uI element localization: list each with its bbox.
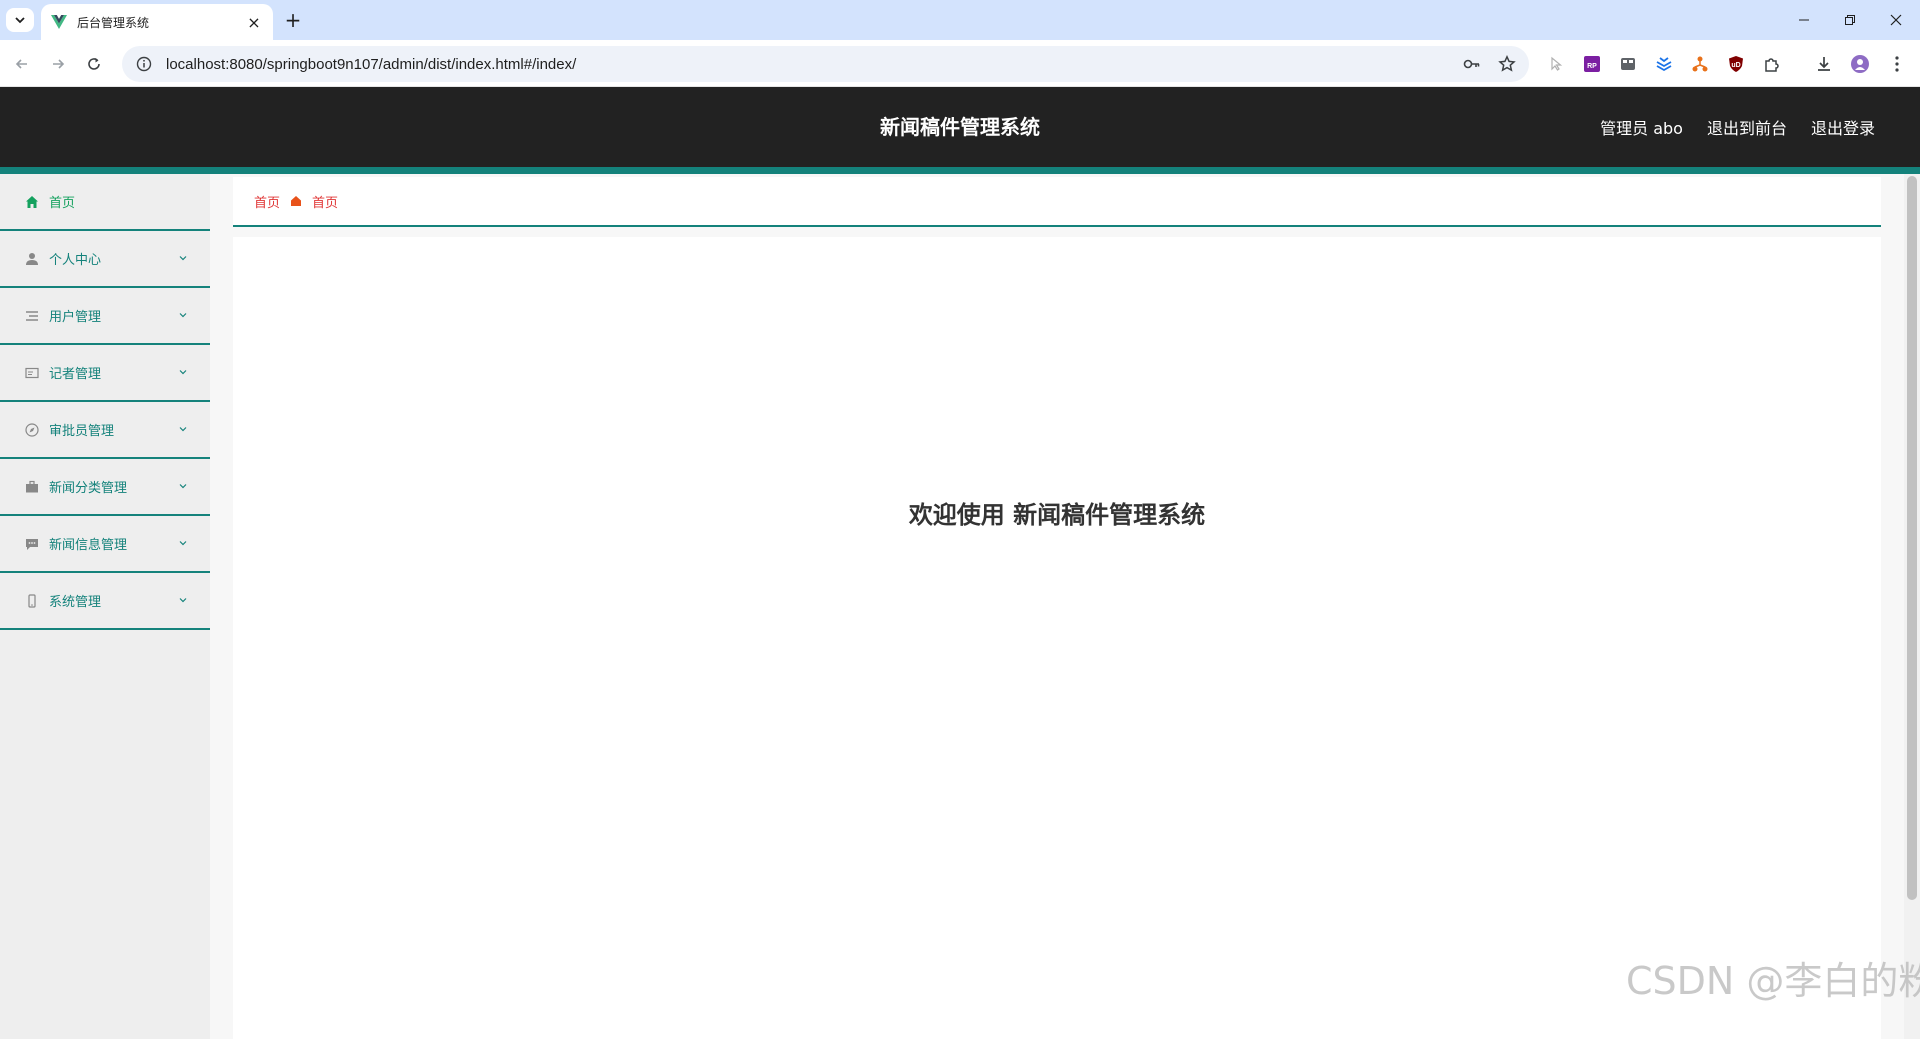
- sidebar-item-reporters[interactable]: 记者管理: [0, 345, 210, 402]
- sidebar-item-label: 用户管理: [49, 310, 102, 325]
- browser-toolbar: localhost:8080/springboot9n107/admin/dis…: [0, 40, 1920, 87]
- back-button[interactable]: [8, 50, 36, 78]
- svg-text:uD: uD: [1731, 62, 1740, 69]
- browser-tab-strip: 后台管理系统 × +: [0, 0, 1920, 40]
- sidebar-item-approvers[interactable]: 审批员管理: [0, 402, 210, 459]
- address-bar[interactable]: localhost:8080/springboot9n107/admin/dis…: [122, 46, 1529, 82]
- compass-icon: [24, 422, 40, 438]
- breadcrumb: 首页 首页: [233, 177, 1881, 227]
- tab-search-button[interactable]: [6, 8, 34, 32]
- sidebar-item-system[interactable]: 系统管理: [0, 573, 210, 630]
- svg-text:RP: RP: [1587, 63, 1597, 70]
- profile-avatar-icon[interactable]: [1849, 53, 1871, 75]
- logout-link[interactable]: 退出登录: [1811, 115, 1875, 139]
- list-icon: [24, 308, 40, 324]
- minimize-icon: [1799, 19, 1809, 21]
- phone-icon: [24, 593, 40, 609]
- welcome-heading: 欢迎使用 新闻稿件管理系统: [908, 501, 1206, 529]
- sidebar-item-label: 审批员管理: [49, 424, 115, 439]
- restore-icon: [1845, 15, 1855, 25]
- password-key-icon[interactable]: [1462, 54, 1482, 74]
- reload-icon: [88, 58, 100, 70]
- tab-close-button[interactable]: ×: [245, 13, 263, 32]
- home-icon: [291, 196, 302, 206]
- arrow-left-icon: [15, 59, 27, 69]
- header-accent-bar: [0, 167, 1920, 174]
- tab-title: 后台管理系统: [77, 15, 150, 30]
- browser-menu-icon[interactable]: [1886, 53, 1908, 75]
- chevron-down-icon: [15, 17, 25, 24]
- chevron-down-icon: [179, 370, 187, 375]
- page-scrollbar[interactable]: [1904, 174, 1920, 1039]
- info-icon: [136, 56, 152, 72]
- breadcrumb-item[interactable]: 首页: [254, 192, 280, 211]
- close-icon: [1890, 14, 1902, 26]
- url-text: localhost:8080/springboot9n107/admin/dis…: [166, 55, 577, 73]
- sidebar-item-label: 新闻信息管理: [49, 538, 128, 553]
- restore-button[interactable]: [1828, 8, 1872, 32]
- browser-tab[interactable]: 后台管理系统 ×: [41, 4, 273, 40]
- sidebar-item-label: 记者管理: [49, 367, 102, 382]
- exit-to-front-link[interactable]: 退出到前台: [1707, 115, 1787, 139]
- chevron-down-icon: [179, 427, 187, 432]
- chevron-down-icon: [179, 484, 187, 489]
- content-panel: 欢迎使用 新闻稿件管理系统: [233, 237, 1881, 1039]
- sidebar-item-label: 系统管理: [49, 595, 102, 610]
- watermark: CSDN @李白的粉: [1626, 959, 1920, 1003]
- breadcrumb-current: 首页: [312, 195, 339, 211]
- sidebar-item-label: 新闻分类管理: [49, 481, 128, 496]
- bookmark-star-icon[interactable]: [1497, 54, 1517, 74]
- home-icon: [24, 194, 40, 210]
- user-icon: [24, 251, 40, 267]
- forward-button[interactable]: [44, 50, 72, 78]
- briefcase-icon: [24, 479, 40, 495]
- breadcrumb-separator: [290, 195, 302, 207]
- extension-tree-icon[interactable]: [1689, 53, 1711, 75]
- sidebar-menu: 首页 个人中心 用户管理 记者管理 审批员管理 新闻分类管理 新闻信息管理 系统…: [0, 174, 210, 1039]
- sidebar-item-label: 个人中心: [49, 253, 102, 268]
- message-icon: [24, 536, 40, 552]
- extension-rp-icon[interactable]: RP: [1581, 53, 1603, 75]
- sidebar-item-users[interactable]: 用户管理: [0, 288, 210, 345]
- extension-ublock-icon[interactable]: uD: [1725, 53, 1747, 75]
- chevron-down-icon: [179, 256, 187, 261]
- new-tab-button[interactable]: +: [282, 9, 304, 31]
- arrow-right-icon: [53, 59, 65, 69]
- reload-button[interactable]: [80, 50, 108, 78]
- extension-layers-icon[interactable]: [1653, 53, 1675, 75]
- sidebar-item-news-info[interactable]: 新闻信息管理: [0, 516, 210, 573]
- extension-cursor-icon[interactable]: [1545, 53, 1567, 75]
- sidebar-item-news-category[interactable]: 新闻分类管理: [0, 459, 210, 516]
- close-window-button[interactable]: [1874, 8, 1918, 32]
- chevron-down-icon: [179, 541, 187, 546]
- chevron-down-icon: [179, 313, 187, 318]
- vue-logo-icon: [51, 14, 67, 30]
- card-icon: [24, 365, 40, 381]
- sidebar-item-home[interactable]: 首页: [0, 174, 210, 231]
- header-actions: 管理员 abo 退出到前台 退出登录: [1600, 87, 1875, 167]
- current-user: 管理员 abo: [1600, 119, 1683, 138]
- extensions-puzzle-icon[interactable]: [1761, 53, 1783, 75]
- downloads-icon[interactable]: [1813, 53, 1835, 75]
- scrollbar-thumb[interactable]: [1907, 176, 1917, 900]
- sidebar-item-profile[interactable]: 个人中心: [0, 231, 210, 288]
- app-header: 新闻稿件管理系统 管理员 abo 退出到前台 退出登录: [0, 87, 1920, 167]
- sidebar-item-label: 首页: [49, 196, 76, 211]
- extension-grid-icon[interactable]: [1617, 53, 1639, 75]
- chevron-down-icon: [179, 598, 187, 603]
- minimize-button[interactable]: [1782, 8, 1826, 32]
